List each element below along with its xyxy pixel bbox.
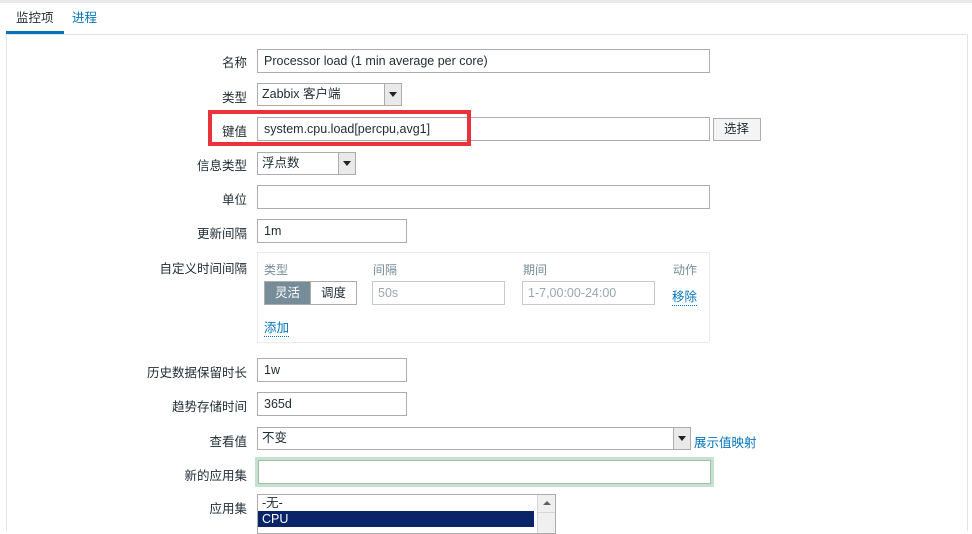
- key-highlight-box: [208, 110, 471, 146]
- type-select[interactable]: Zabbix 客户端: [257, 83, 402, 106]
- period-input[interactable]: 1-7,00:00-24:00: [522, 281, 655, 305]
- info-type-select-value: 浮点数: [262, 156, 300, 170]
- type-select-value: Zabbix 客户端: [262, 87, 341, 101]
- custom-intervals-table: 类型 间隔 期间 动作 灵活 调度 50s 1-7,00:00-24:00 移除…: [257, 252, 710, 343]
- tab-bar: 监控项 进程: [6, 3, 966, 35]
- col-header-action: 动作: [673, 263, 698, 277]
- new-application-input-field[interactable]: [258, 460, 711, 484]
- application-option-cpu[interactable]: CPU: [258, 511, 534, 527]
- scroll-up-arrow-icon[interactable]: [538, 495, 555, 513]
- new-application-label: 新的应用集: [184, 469, 247, 483]
- show-value-mapping-link[interactable]: 展示值映射: [694, 432, 757, 451]
- remove-link[interactable]: 移除: [672, 286, 698, 306]
- chevron-down-icon[interactable]: [673, 428, 690, 449]
- flexible-option[interactable]: 灵活: [265, 282, 311, 304]
- info-type-label: 信息类型: [196, 159, 247, 173]
- applications-label: 应用集: [209, 502, 247, 516]
- show-value-select[interactable]: 不变: [257, 427, 691, 450]
- listbox-scrollbar[interactable]: [537, 495, 555, 533]
- new-application-input[interactable]: [255, 457, 714, 487]
- tab-item[interactable]: 监控项: [6, 3, 64, 34]
- name-label: 名称: [221, 56, 247, 70]
- select-key-button[interactable]: 选择: [713, 118, 761, 141]
- interval-input[interactable]: 50s: [372, 281, 505, 305]
- units-input[interactable]: [257, 185, 710, 209]
- tab-process[interactable]: 进程: [62, 3, 107, 33]
- name-input[interactable]: Processor load (1 min average per core): [257, 49, 710, 73]
- chevron-down-icon[interactable]: [384, 84, 401, 105]
- trends-input[interactable]: 365d: [257, 392, 407, 416]
- custom-intervals-label: 自定义时间间隔: [159, 262, 247, 276]
- interval-type-toggle: 灵活 调度: [264, 281, 358, 305]
- update-interval-label: 更新间隔: [196, 227, 247, 241]
- show-value-select-value: 不变: [262, 431, 288, 445]
- application-option-none[interactable]: -无-: [258, 495, 534, 511]
- units-label: 单位: [221, 193, 247, 207]
- add-link[interactable]: 添加: [264, 317, 290, 337]
- update-interval-input[interactable]: 1m: [257, 219, 407, 243]
- info-type-select[interactable]: 浮点数: [257, 152, 356, 175]
- type-label: 类型: [221, 91, 247, 105]
- history-label: 历史数据保留时长: [146, 366, 247, 380]
- col-header-period: 期间: [523, 263, 548, 277]
- history-input[interactable]: 1w: [257, 358, 407, 382]
- scheduling-option[interactable]: 调度: [310, 282, 357, 304]
- trends-label: 趋势存储时间: [171, 400, 247, 414]
- applications-listbox[interactable]: -无- CPU: [257, 494, 556, 534]
- chevron-down-icon[interactable]: [338, 153, 355, 174]
- show-value-label: 查看值: [209, 435, 247, 449]
- col-header-type: 类型: [264, 263, 289, 277]
- col-header-interval: 间隔: [373, 263, 398, 277]
